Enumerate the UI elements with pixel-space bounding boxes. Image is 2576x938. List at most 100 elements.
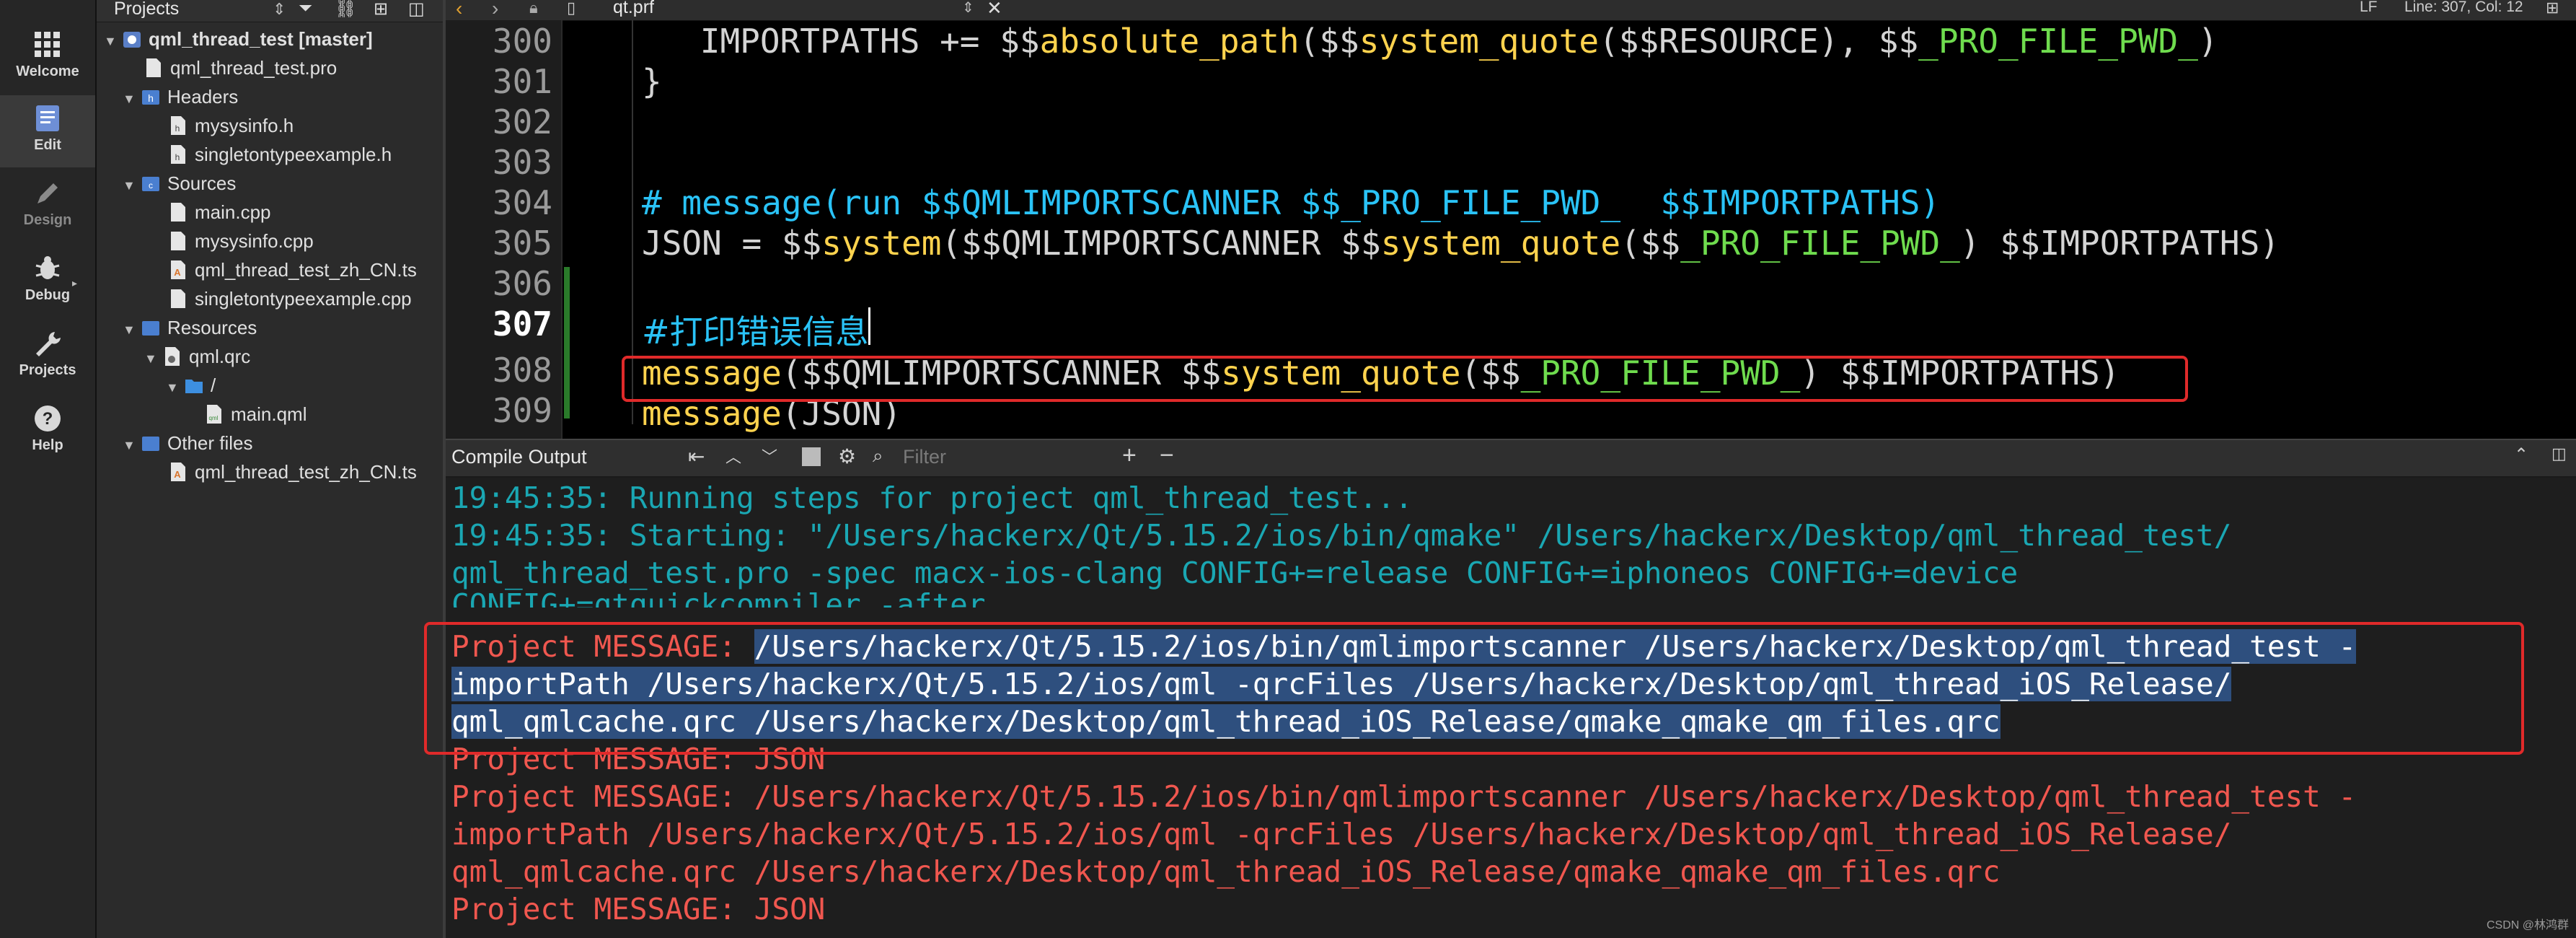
chevron-down-icon[interactable]: ﹀ (762, 444, 777, 470)
tree-header-title: Projects (114, 0, 180, 19)
tree-item-project[interactable]: ▼ qml_thread_test [master] (104, 25, 373, 53)
svg-text:A: A (174, 267, 181, 278)
project-icon (123, 32, 141, 48)
edit-document-icon (36, 105, 59, 131)
folder-icon (185, 380, 203, 394)
mode-edit[interactable]: Edit (0, 95, 95, 167)
output-line: qml_thread_test.pro -spec macx-ios-clang… (451, 556, 2019, 590)
ts-file-icon: A (171, 260, 185, 280)
chevron-down-icon: ▼ (123, 323, 136, 337)
chevron-down-icon: ▼ (123, 92, 136, 106)
tree-item-label: main.qml (231, 403, 307, 425)
tree-item-other-files[interactable]: ▼ Other files (123, 429, 253, 457)
caret-right-icon: ▸ (72, 277, 78, 289)
mode-help[interactable]: ? Help (0, 395, 95, 468)
line-number-current: 307 (492, 304, 552, 343)
chevron-down-icon: ▼ (123, 438, 136, 452)
close-pane-icon[interactable]: ◫ (408, 0, 425, 19)
split-editor-icon[interactable]: ⊞ (2546, 0, 2559, 17)
tree-item-pro-file[interactable]: qml_thread_test.pro (144, 53, 337, 82)
watermark: CSDN @林鸿群 (2486, 919, 2569, 932)
stop-icon[interactable] (802, 447, 821, 466)
close-pane-icon[interactable]: ◫ (2551, 444, 2567, 470)
output-title: Compile Output (451, 446, 587, 468)
tree-item-label: singletontypeexample.cpp (195, 288, 412, 310)
tree-item-file[interactable]: h singletontypeexample.h (169, 140, 392, 169)
wrench-icon (36, 332, 61, 356)
sort-icon[interactable]: ⇕ (273, 0, 286, 19)
tree-item-file[interactable]: Aqml_thread_test_zh_CN.ts (169, 255, 417, 284)
filter-icon[interactable]: ⏷ (299, 0, 312, 19)
mode-label: Projects (19, 362, 76, 378)
line-number: 308 (492, 351, 552, 390)
mode-bar: Welcome Edit Design Debug ▸ Projects ? H… (0, 0, 97, 938)
tree-item-label: qml_thread_test [master] (149, 28, 373, 50)
output-line: CONFIG+=qtquickcompiler -after (451, 587, 986, 608)
filter-input[interactable]: Filter (903, 446, 946, 472)
change-marker (564, 267, 570, 418)
tree-item-file[interactable]: Aqml_thread_test_zh_CN.ts (169, 457, 417, 486)
forward-icon[interactable]: › (492, 0, 498, 20)
mode-label: Help (32, 437, 63, 453)
tree-item-resources[interactable]: ▼ Resources (123, 313, 257, 342)
close-file-icon[interactable]: ✕ (987, 0, 1002, 19)
tree-item-file[interactable]: h mysysinfo.h (169, 111, 294, 140)
tree-item-file[interactable]: singletontypeexample.cpp (169, 284, 412, 313)
line-number: 304 (492, 183, 552, 222)
line-number: 309 (492, 391, 552, 430)
tree-item-label: / (211, 374, 216, 396)
output-line: importPath /Users/hackerx/Qt/5.15.2/ios/… (451, 817, 2232, 851)
tree-item-label: qml_thread_test_zh_CN.ts (195, 259, 417, 281)
tree-item-sources[interactable]: ▼ c Sources (123, 169, 236, 198)
line-number-gutter: 300 301 302 303 304 305 306 307 308 309 (446, 20, 563, 439)
output-line: 19:45:35: Running steps for project qml_… (451, 481, 1413, 515)
line-ending[interactable]: LF (2360, 0, 2378, 16)
zoom-in-icon[interactable]: + (1122, 442, 1137, 469)
line-number: 306 (492, 264, 552, 303)
file-icon (146, 58, 161, 78)
tree-item-label: Sources (167, 172, 237, 194)
tree-item-label: Headers (167, 86, 239, 108)
svg-text:?: ? (43, 409, 53, 429)
zoom-out-icon[interactable]: − (1160, 442, 1174, 469)
code-line: JSON = $$system($$QMLIMPORTSCANNER $$sys… (642, 224, 2280, 263)
tree-item-file[interactable]: qml main.qml (205, 400, 306, 429)
mode-projects[interactable]: Projects (0, 320, 95, 393)
code-line-comment: # message(run $$QMLIMPORTSCANNER $$_PRO_… (642, 183, 1941, 222)
folder-icon (142, 437, 159, 452)
svg-text:c: c (149, 180, 153, 190)
chevron-down-icon: ▼ (166, 380, 179, 395)
tree-item-headers[interactable]: ▼ h Headers (123, 82, 238, 111)
code-line-comment: #打印错误信息 (642, 312, 869, 351)
tree-item-label: qml.qrc (189, 346, 251, 367)
file-dropdown-icon[interactable]: ⇕ (962, 0, 974, 17)
chevron-up-icon[interactable]: ︿ (725, 444, 741, 470)
gear-icon[interactable]: ⚙ (838, 444, 856, 470)
mode-debug[interactable]: Debug ▸ (0, 245, 95, 317)
folder-icon: c (142, 177, 159, 192)
wrap-icon[interactable]: ⇤ (688, 444, 705, 470)
split-icon[interactable]: ⊞ (374, 0, 388, 19)
mode-label: Edit (34, 137, 61, 153)
link-icon[interactable]: ⛓ (335, 0, 356, 19)
mode-label: Welcome (16, 63, 79, 79)
tree-item-file[interactable]: main.cpp (169, 198, 271, 227)
maximize-icon[interactable]: ⌃ (2514, 444, 2528, 470)
line-number: 303 (492, 143, 552, 182)
header-file-icon: h (171, 145, 185, 165)
cpp-file-icon (171, 232, 185, 251)
chevron-down-icon: ▼ (123, 178, 136, 193)
search-icon: ⌕ (873, 444, 883, 466)
mode-design[interactable]: Design (0, 170, 95, 242)
tree-item-qrc[interactable]: ▼ qml.qrc (144, 342, 250, 371)
cpp-file-icon (171, 289, 185, 309)
cursor-position[interactable]: Line: 307, Col: 12 (2404, 0, 2523, 16)
tree-item-file[interactable]: mysysinfo.cpp (169, 227, 314, 255)
back-icon[interactable]: ‹ (456, 0, 462, 20)
line-number: 302 (492, 102, 552, 141)
tree-item-label: mysysinfo.cpp (195, 230, 314, 252)
mode-welcome[interactable]: Welcome (0, 22, 95, 94)
open-file-name[interactable]: qt.prf (613, 0, 654, 18)
tree-item-folder-root[interactable]: ▼ / (166, 371, 216, 400)
code-line: IMPORTPATHS += $$absolute_path($$system_… (620, 22, 2218, 61)
